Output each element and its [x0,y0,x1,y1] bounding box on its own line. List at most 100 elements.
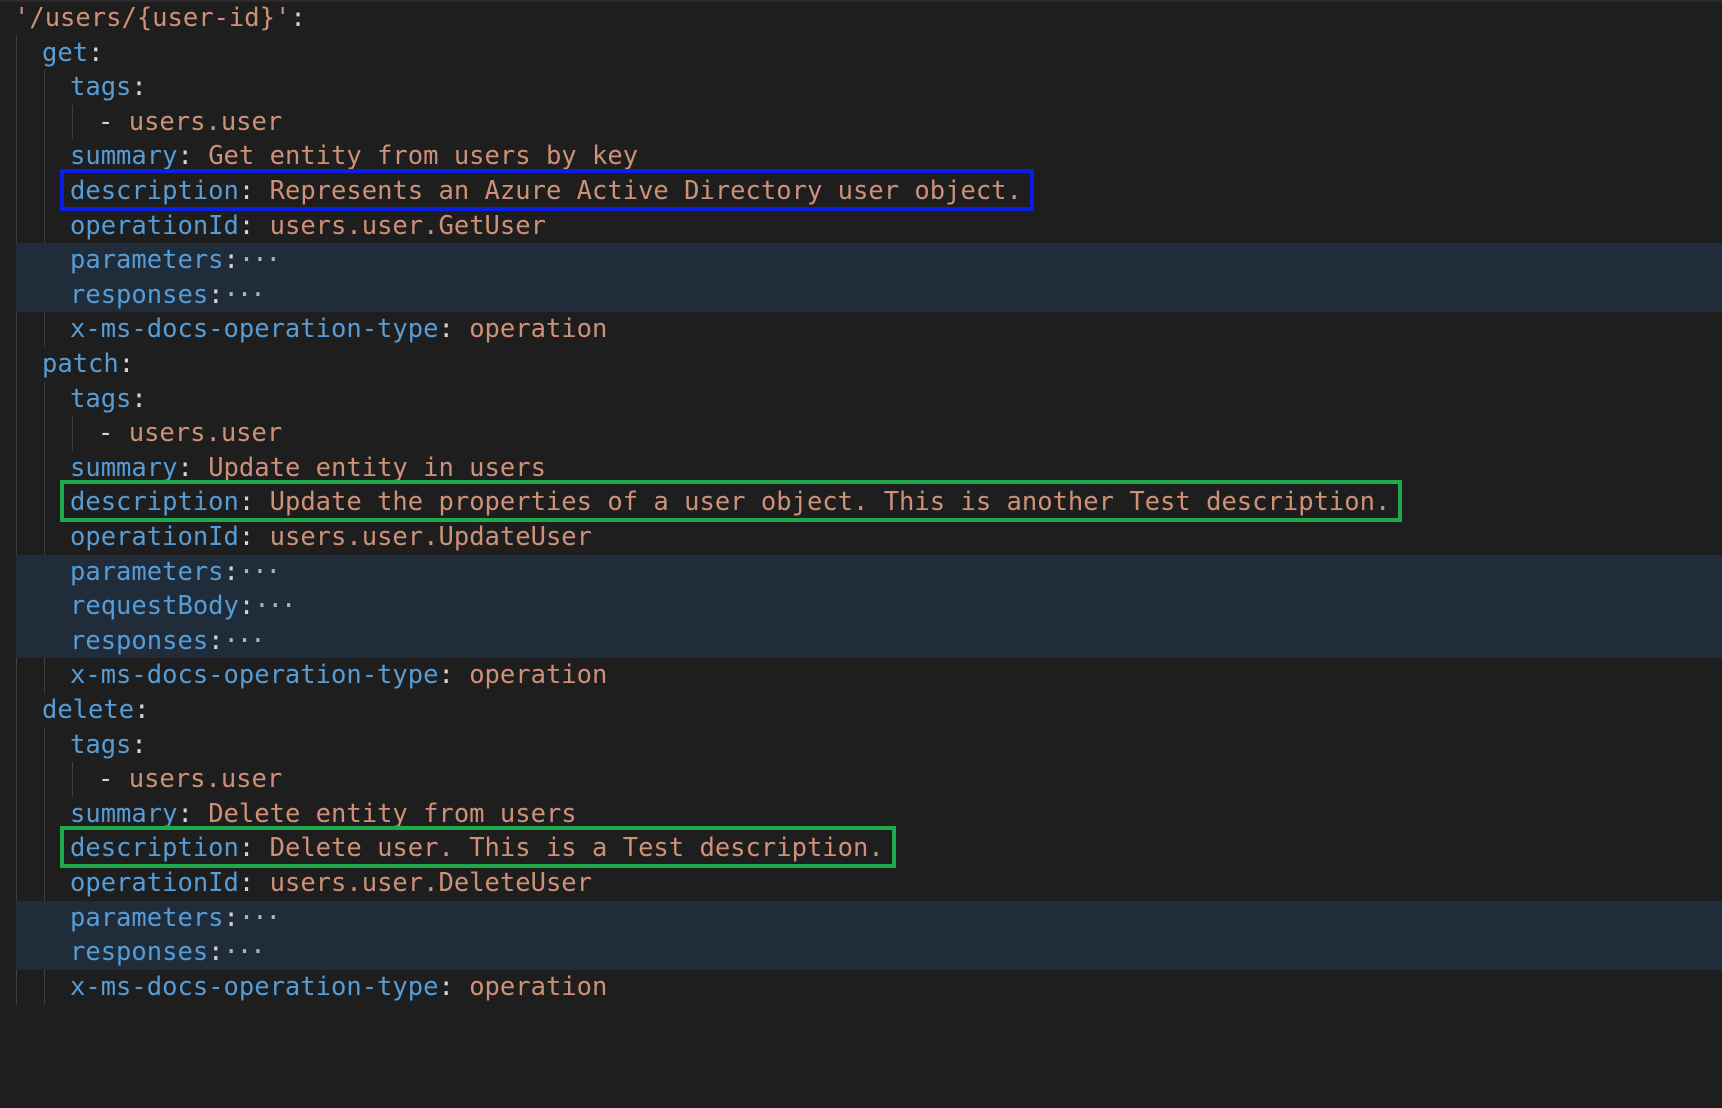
yaml-value: operation [469,314,608,345]
yaml-colon: : [438,660,470,691]
yaml-colon: : [177,798,209,829]
yaml-value: Delete entity from users [208,798,577,829]
line-content: x-ms-docs-operation-type: operation [70,970,607,1005]
yaml-colon: : [438,971,470,1002]
line-content: description: Represents an Azure Active … [70,174,1022,209]
code-line[interactable]: description: Represents an Azure Active … [0,174,1722,209]
yaml-key: tags [70,729,132,760]
code-line[interactable]: summary: Update entity in users [0,451,1722,486]
line-content: operationId: users.user.DeleteUser [70,866,592,901]
yaml-colon: : [208,625,224,656]
line-content: responses:··· [70,278,266,313]
fold-ellipsis-icon[interactable]: ··· [254,591,296,621]
code-line[interactable]: operationId: users.user.DeleteUser [0,866,1722,901]
code-line[interactable]: summary: Get entity from users by key [0,139,1722,174]
yaml-key: parameters [70,556,224,587]
folded-code-line[interactable]: requestBody:··· [16,589,1722,624]
line-content: requestBody:··· [70,589,296,624]
fold-ellipsis-icon[interactable]: ··· [239,245,281,275]
line-content: responses:··· [70,624,266,659]
yaml-colon: : [177,141,209,172]
line-content: responses:··· [70,935,266,970]
yaml-value: operation [469,660,608,691]
yaml-value: Update entity in users [208,452,546,483]
code-line[interactable]: tags: [0,382,1722,417]
folded-code-line[interactable]: responses:··· [16,277,1722,313]
yaml-key: responses [70,937,209,968]
code-line[interactable]: x-ms-docs-operation-type: operation [0,312,1722,347]
folded-code-line[interactable]: responses:··· [16,623,1722,659]
line-content: x-ms-docs-operation-type: operation [70,658,607,693]
yaml-value: users.user [128,764,283,795]
line-content: summary: Update entity in users [70,451,546,486]
code-line[interactable]: - users.user [0,416,1722,451]
list-dash: - [98,764,129,795]
fold-ellipsis-icon[interactable]: ··· [239,557,281,587]
yaml-colon: : [238,868,270,898]
line-content: tags: [70,728,147,763]
code-line[interactable]: patch: [0,347,1722,382]
code-line[interactable]: - users.user [0,105,1722,140]
line-content: tags: [70,382,147,417]
yaml-colon: : [208,279,224,310]
yaml-colon: : [238,210,270,241]
line-content: patch: [42,347,134,382]
fold-ellipsis-icon[interactable]: ··· [224,937,266,967]
yaml-value: users.user.DeleteUser [269,868,593,898]
fold-ellipsis-icon[interactable]: ··· [224,626,266,656]
folded-code-line[interactable]: parameters:··· [16,243,1722,278]
yaml-key: summary [70,452,178,483]
yaml-key: summary [70,798,178,829]
code-line[interactable]: description: Update the properties of a … [0,485,1722,520]
yaml-key: parameters [70,245,224,276]
yaml-value: Update the properties of a user object. … [269,487,1391,518]
list-dash: - [98,106,129,137]
yaml-key: parameters [70,902,224,933]
code-line[interactable]: operationId: users.user.GetUser [0,209,1722,244]
yaml-colon: : [238,591,255,622]
code-line[interactable]: tags: [0,70,1722,105]
code-line[interactable]: - users.user [0,762,1722,797]
code-line[interactable]: description: Delete user. This is a Test… [0,831,1722,866]
code-line[interactable]: x-ms-docs-operation-type: operation [0,658,1722,693]
line-content: operationId: users.user.GetUser [70,209,546,244]
code-line[interactable]: summary: Delete entity from users [0,797,1722,832]
yaml-key: get [42,37,89,68]
yaml-value: operation [469,971,608,1002]
line-content: '/users/{user-id}': [14,1,306,36]
yaml-key: description [70,176,239,206]
folded-code-line[interactable]: responses:··· [16,935,1722,970]
code-line[interactable]: '/users/{user-id}': [0,1,1722,36]
yaml-key: summary [70,141,178,172]
code-line[interactable]: x-ms-docs-operation-type: operation [0,970,1722,1005]
yaml-key: responses [70,625,209,656]
line-content: operationId: users.user.UpdateUser [70,520,592,555]
line-content: delete: [42,693,149,728]
yaml-colon: : [131,729,147,760]
folded-code-line[interactable]: parameters:··· [16,900,1722,936]
line-content: description: Update the properties of a … [70,485,1390,520]
yaml-colon: : [134,695,150,725]
code-line[interactable]: tags: [0,728,1722,763]
line-content: parameters:··· [70,243,281,278]
yaml-colon: : [438,314,470,345]
code-line[interactable]: get: [0,36,1722,71]
code-line[interactable]: delete: [0,693,1722,728]
yaml-value: users.user.UpdateUser [269,522,593,552]
code-editor[interactable]: '/users/{user-id}': get: tags: - users.user… [0,0,1722,1108]
yaml-key: patch [42,349,119,379]
line-content: x-ms-docs-operation-type: operation [70,312,607,347]
yaml-key: x-ms-docs-operation-type [70,971,439,1002]
yaml-key: requestBody [70,591,239,622]
line-content: parameters:··· [70,901,281,936]
yaml-colon: : [223,902,239,933]
line-content: summary: Delete entity from users [70,797,577,832]
yaml-key: tags [70,72,132,103]
fold-ellipsis-icon[interactable]: ··· [239,903,281,933]
folded-code-line[interactable]: parameters:··· [16,554,1722,590]
yaml-key: x-ms-docs-operation-type [70,660,439,691]
yaml-value: Represents an Azure Active Directory use… [269,176,1022,206]
code-line[interactable]: operationId: users.user.UpdateUser [0,520,1722,555]
fold-ellipsis-icon[interactable]: ··· [224,280,266,310]
yaml-value: users.user.GetUser [269,210,546,241]
